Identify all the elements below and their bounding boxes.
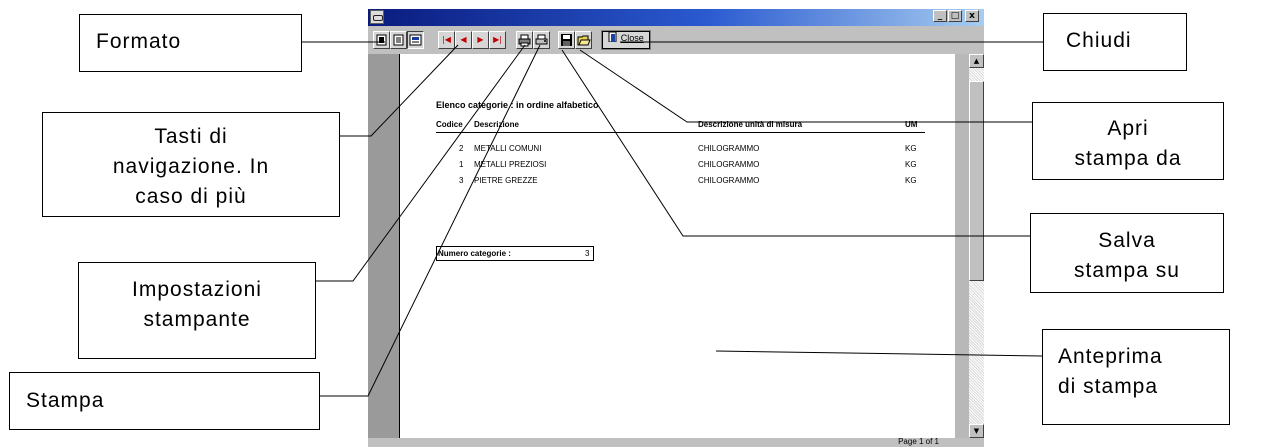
row-3-codice: 3 — [459, 176, 464, 185]
previous-page-button[interactable]: ◀ — [455, 31, 472, 49]
callout-navigazione-line2: navigazione. In — [112, 155, 270, 178]
row-1-codice: 2 — [459, 144, 464, 153]
callout-apri-line1: Apri — [1107, 117, 1149, 140]
list-format-button[interactable] — [390, 31, 407, 49]
row-3-descrizione: PIETRE GREZZE — [474, 176, 538, 185]
callout-apri-line2: stampa da — [1074, 147, 1182, 170]
callout-impostazioni: Impostazioni stampante — [78, 262, 316, 359]
callout-navigazione-line1: Tasti di — [154, 125, 228, 148]
callout-anteprima-line2: di stampa — [1058, 375, 1159, 398]
zoom-format-icon — [409, 34, 422, 46]
category-count-box: Numero categorie : 3 — [436, 246, 594, 261]
category-count-value: 3 — [585, 249, 590, 258]
callout-salva-line1: Salva — [1098, 229, 1156, 252]
scroll-thumb[interactable] — [969, 81, 984, 281]
last-page-button[interactable]: ▶| — [489, 31, 506, 49]
callout-stampa: Stampa — [9, 372, 320, 430]
preview-page: Elenco categorie : in ordine alfabetico … — [399, 54, 956, 438]
list-format-icon — [393, 34, 404, 46]
close-preview-button[interactable]: Close — [601, 30, 651, 50]
print-icon — [535, 34, 548, 45]
row-3-unita: CHILOGRAMMO — [698, 176, 760, 185]
category-count-label: Numero categorie : — [438, 249, 511, 258]
save-to-file-button[interactable] — [558, 31, 575, 49]
callout-chiudi: Chiudi — [1043, 13, 1187, 71]
row-1-unita: CHILOGRAMMO — [698, 144, 760, 153]
callout-stampa-text: Stampa — [26, 389, 105, 412]
page-format-button[interactable] — [373, 31, 390, 49]
app-icon — [370, 10, 384, 24]
row-2-codice: 1 — [459, 160, 464, 169]
vertical-scrollbar[interactable]: ▲ ▼ — [955, 54, 984, 438]
row-1-um: KG — [905, 144, 917, 153]
preview-margin — [368, 54, 399, 438]
print-preview-window: _ □ x |◀ ◀ ▶ ▶| Close Elenco categorie:… — [368, 9, 984, 447]
callout-navigazione: Tasti di navigazione. In caso di più — [42, 112, 340, 217]
callout-navigazione-line3: caso di più — [135, 185, 247, 208]
callout-salva: Salva stampa su — [1030, 213, 1224, 293]
row-1-descrizione: METALLI COMUNI — [474, 144, 542, 153]
scroll-down-arrow-icon[interactable]: ▼ — [969, 424, 984, 438]
row-2-unita: CHILOGRAMMO — [698, 160, 760, 169]
callout-anteprima-line1: Anteprima — [1058, 345, 1163, 368]
callout-formato-text: Formato — [96, 30, 182, 53]
column-header-unita: Descrizione unità di misura — [698, 120, 803, 129]
callout-impostazioni-line1: Impostazioni — [132, 278, 262, 301]
column-header-descrizione: Descrizione — [474, 120, 519, 129]
header-rule — [436, 132, 925, 133]
row-3-um: KG — [905, 176, 917, 185]
toolbar: |◀ ◀ ▶ ▶| Close — [368, 26, 984, 54]
report-title: Elenco categorie : in ordine alfabetico — [436, 100, 599, 110]
callout-anteprima: Anteprima di stampa — [1042, 329, 1230, 425]
door-icon — [608, 31, 617, 43]
close-label: Close — [620, 33, 644, 43]
printer-setup-icon — [518, 34, 531, 47]
column-header-um: UM — [905, 120, 918, 129]
callout-salva-line2: stampa su — [1074, 259, 1180, 282]
callout-impostazioni-line2: stampante — [143, 308, 251, 331]
next-page-button[interactable]: ▶ — [472, 31, 489, 49]
print-button[interactable] — [533, 31, 550, 49]
zoom-format-button[interactable] — [407, 31, 424, 49]
maximize-button[interactable]: □ — [948, 10, 962, 22]
open-from-file-button[interactable] — [575, 31, 592, 49]
page-counter: Page 1 of 1 — [898, 437, 939, 446]
minimize-button[interactable]: _ — [933, 10, 947, 22]
callout-apri: Apri stampa da — [1032, 102, 1224, 180]
scroll-up-arrow-icon[interactable]: ▲ — [969, 54, 984, 68]
page-format-icon — [376, 34, 387, 46]
row-2-descrizione: METALLI PREZIOSI — [474, 160, 547, 169]
row-2-um: KG — [905, 160, 917, 169]
callout-chiudi-text: Chiudi — [1066, 29, 1132, 52]
close-window-button[interactable]: x — [965, 10, 979, 22]
status-bar: Page 1 of 1 — [368, 437, 984, 447]
column-header-codice: Codice — [436, 120, 463, 129]
title-bar: _ □ x — [368, 9, 984, 26]
printer-setup-button[interactable] — [516, 31, 533, 49]
open-folder-icon — [577, 35, 591, 46]
save-icon — [561, 34, 572, 46]
callout-formato: Formato — [79, 14, 302, 72]
first-page-button[interactable]: |◀ — [438, 31, 455, 49]
